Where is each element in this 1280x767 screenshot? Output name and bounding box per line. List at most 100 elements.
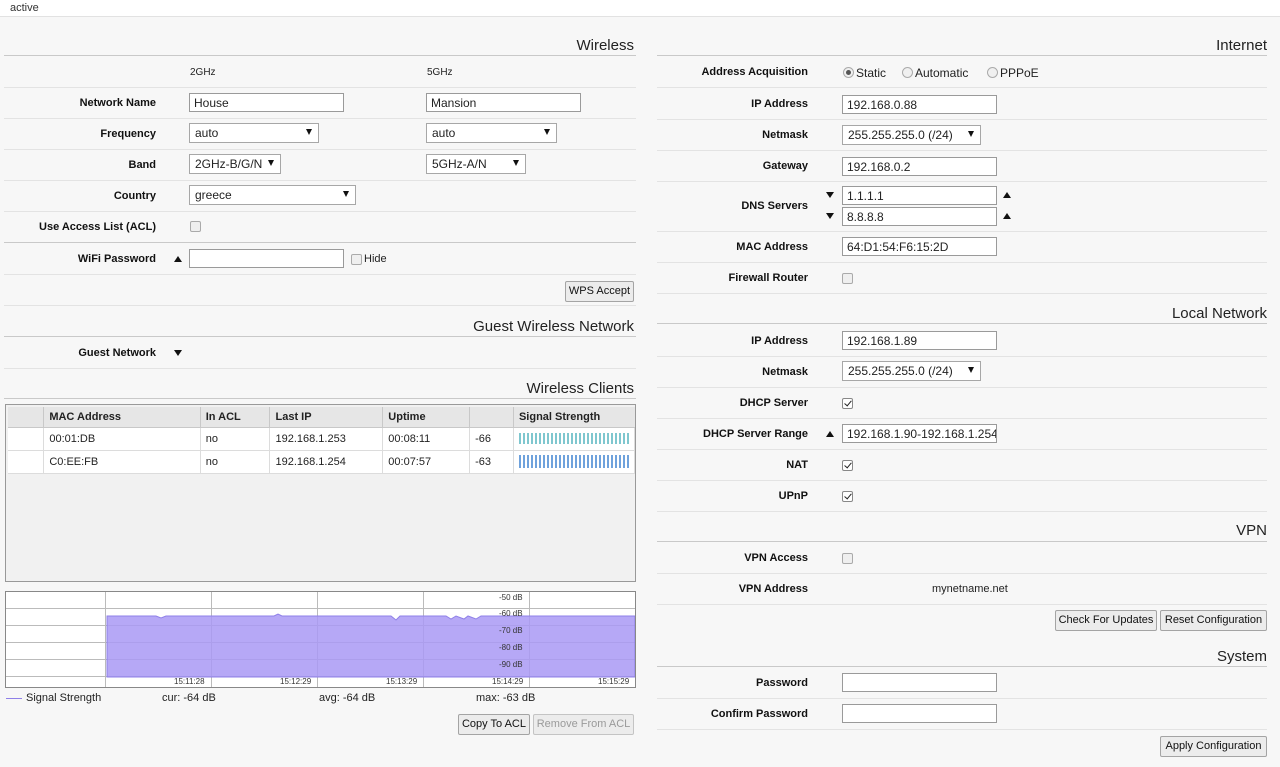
col-strength-header[interactable]: Signal Strength [513, 407, 635, 428]
local-ip-input[interactable]: 192.168.1.89 [842, 331, 997, 350]
vpn-access-checkbox[interactable] [842, 553, 853, 564]
divider [4, 336, 636, 337]
divider [4, 368, 636, 369]
acl-cell: no [200, 427, 271, 451]
clients-table: MAC Address In ACL Last IP Uptime Signal… [8, 407, 636, 474]
expand-up-icon[interactable] [174, 256, 182, 262]
dns-servers-label: DNS Servers [741, 200, 808, 212]
dhcp-range-input[interactable]: 192.168.1.90-192.168.1.254 [842, 424, 997, 443]
dhcp-server-checkbox[interactable] [842, 398, 853, 409]
y-tick-label: -70 dB [499, 626, 523, 635]
band-2ghz-select[interactable]: 2GHz-B/G/N [189, 154, 281, 174]
local-netmask-select[interactable]: 255.255.255.0 (/24) [842, 361, 981, 381]
avg-value: avg: -64 dB [319, 692, 376, 704]
local-netmask-value: 255.255.255.0 (/24) [848, 364, 953, 378]
hide-checkbox[interactable] [351, 254, 362, 265]
frequency-5ghz-select[interactable]: auto [426, 123, 557, 143]
wifi-password-label: WiFi Password [77, 253, 156, 265]
upnp-checkbox[interactable] [842, 491, 853, 502]
divider [657, 449, 1267, 450]
divider [657, 262, 1267, 263]
frequency-2ghz-select[interactable]: auto [189, 123, 319, 143]
divider [657, 698, 1267, 699]
firewall-router-checkbox[interactable] [842, 273, 853, 284]
internet-netmask-select[interactable]: 255.255.255.0 (/24) [842, 125, 981, 145]
divider [657, 480, 1267, 481]
row-select-cell[interactable] [8, 427, 45, 451]
table-row[interactable]: 00:01:DB no 192.168.1.253 00:08:11 -66 [8, 427, 636, 451]
radio-static-label: Static [856, 66, 887, 80]
y-tick-label: -60 dB [499, 609, 523, 618]
max-value: max: -63 dB [476, 692, 536, 704]
divider [657, 666, 1267, 667]
acl-cell: no [200, 450, 271, 474]
local-netmask-label: Netmask [762, 366, 808, 378]
acl-checkbox[interactable] [190, 221, 201, 232]
col-mac-header[interactable]: MAC Address [43, 407, 201, 428]
divider [657, 729, 1267, 730]
col-signal-header[interactable] [469, 407, 514, 428]
row-select-cell[interactable] [8, 450, 45, 474]
local-network-section-title: Local Network [1171, 305, 1267, 322]
dns-server-2-input[interactable]: 8.8.8.8 [842, 207, 997, 226]
upnp-label: UPnP [778, 490, 808, 502]
vpn-address-value: mynetname.net [932, 583, 1008, 595]
check-updates-button[interactable]: Check For Updates [1055, 610, 1157, 631]
radio-static[interactable] [843, 67, 854, 78]
col-select-header [8, 407, 45, 428]
copy-to-acl-button[interactable]: Copy To ACL [458, 714, 530, 735]
guest-section-title: Guest Wireless Network [473, 318, 634, 335]
divider [657, 87, 1267, 88]
network-name-5ghz-input[interactable]: Mansion [426, 93, 581, 112]
table-row[interactable]: C0:EE:FB no 192.168.1.254 00:07:57 -63 [8, 450, 636, 474]
acl-label: Use Access List (ACL) [39, 221, 156, 233]
signal-bars [518, 455, 629, 468]
nat-checkbox[interactable] [842, 460, 853, 471]
col-ip-header[interactable]: Last IP [269, 407, 384, 428]
network-name-2ghz-input[interactable]: House [189, 93, 344, 112]
radio-pppoe[interactable] [987, 67, 998, 78]
divider [657, 323, 1267, 324]
clients-section-title: Wireless Clients [526, 380, 634, 397]
divider [657, 604, 1267, 605]
divider [4, 211, 636, 212]
frequency-label: Frequency [100, 128, 156, 140]
y-tick-label: -50 dB [499, 593, 523, 602]
move-down-icon[interactable] [826, 213, 834, 219]
col-acl-header[interactable]: In ACL [200, 407, 271, 428]
col-uptime-header[interactable]: Uptime [382, 407, 471, 428]
divider [657, 55, 1267, 56]
wifi-password-input[interactable] [189, 249, 344, 268]
confirm-password-input[interactable] [842, 704, 997, 723]
radio-automatic[interactable] [902, 67, 913, 78]
frequency-5ghz-value: auto [432, 126, 456, 140]
address-acquisition-label: Address Acquisition [701, 66, 808, 78]
country-select[interactable]: greece [189, 185, 356, 205]
x-tick-label: 15:14:29 [492, 677, 524, 686]
divider [4, 180, 636, 181]
remove-from-acl-button[interactable]: Remove From ACL [533, 714, 634, 735]
mac-cell: 00:01:DB [43, 427, 201, 451]
divider [657, 231, 1267, 232]
dns-server-1-input[interactable]: 1.1.1.1 [842, 186, 997, 205]
x-tick-label: 15:12:29 [280, 677, 312, 686]
signal-bars [518, 433, 629, 444]
gateway-input[interactable]: 192.168.0.2 [842, 157, 997, 176]
y-tick-label: -80 dB [499, 643, 523, 652]
divider [657, 418, 1267, 419]
move-down-icon[interactable] [826, 192, 834, 198]
network-name-label: Network Name [79, 97, 156, 109]
system-password-input[interactable] [842, 673, 997, 692]
wps-accept-button[interactable]: WPS Accept [565, 281, 634, 302]
internet-ip-label: IP Address [751, 98, 808, 110]
apply-configuration-button[interactable]: Apply Configuration [1160, 736, 1267, 757]
move-up-icon[interactable] [1003, 213, 1011, 219]
band-5ghz-select[interactable]: 5GHz-A/N [426, 154, 526, 174]
internet-section-title: Internet [1216, 37, 1267, 54]
expand-down-icon[interactable] [174, 350, 182, 356]
move-up-icon[interactable] [1003, 192, 1011, 198]
internet-ip-input[interactable]: 192.168.0.88 [842, 95, 997, 114]
mac-address-input[interactable]: 64:D1:54:F6:15:2D [842, 237, 997, 256]
expand-up-icon[interactable] [826, 431, 834, 437]
reset-configuration-button[interactable]: Reset Configuration [1160, 610, 1267, 631]
